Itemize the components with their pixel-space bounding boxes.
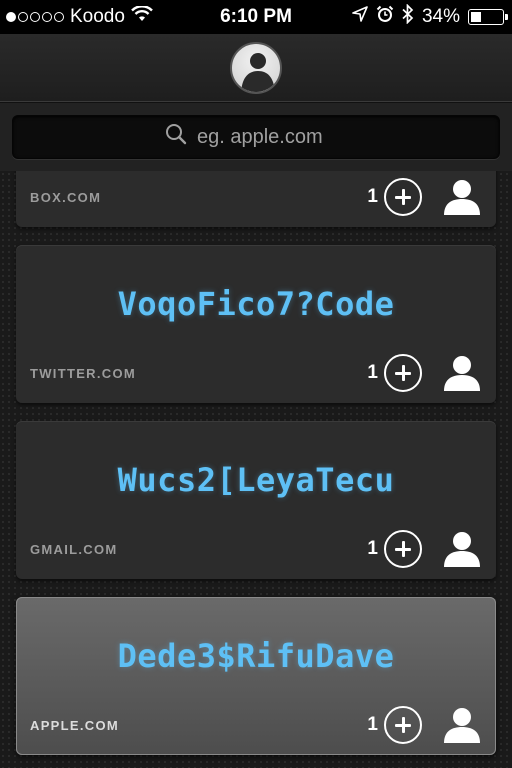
battery-level (471, 12, 482, 22)
search-input[interactable] (197, 125, 347, 149)
user-avatar[interactable] (230, 41, 282, 94)
list-item-selected[interactable]: Dede3$RifuDave APPLE.COM 1 (16, 597, 496, 755)
card-count: 1 (367, 714, 378, 735)
add-button[interactable] (384, 178, 422, 216)
card-domain: BOX.COM (30, 190, 102, 205)
user-icon[interactable] (442, 705, 482, 745)
card-count: 1 (367, 538, 378, 559)
add-button[interactable] (384, 706, 422, 744)
card-actions: 1 (364, 529, 482, 569)
card-domain: TWITTER.COM (30, 366, 137, 381)
card-count: 1 (367, 186, 378, 207)
alarm-icon (376, 5, 394, 29)
password-list[interactable]: BOX.COM 1 VoqoFico7?Code TWITTER.COM 1 W… (0, 171, 512, 768)
card-actions: 1 (364, 177, 482, 217)
status-left: Koodo (6, 5, 153, 28)
battery-icon (468, 9, 508, 25)
nav-header (0, 34, 512, 102)
location-icon (352, 6, 368, 28)
bluetooth-icon (402, 3, 414, 30)
card-domain: GMAIL.COM (30, 542, 118, 557)
status-right: 34% (352, 3, 508, 30)
status-bar: Koodo 6:10 PM 34% (0, 0, 512, 34)
add-button[interactable] (384, 354, 422, 392)
user-icon[interactable] (442, 177, 482, 217)
card-count: 1 (367, 362, 378, 383)
card-domain: APPLE.COM (30, 718, 119, 733)
user-silhouette-icon (241, 52, 275, 92)
signal-strength-icon (6, 12, 64, 22)
card-actions: 1 (364, 353, 482, 393)
card-password[interactable]: Dede3$RifuDave (16, 637, 496, 675)
list-item[interactable]: Wucs2[LeyaTecu GMAIL.COM 1 (16, 421, 496, 579)
card-password[interactable]: VoqoFico7?Code (16, 285, 496, 323)
wifi-icon (131, 5, 153, 28)
add-button[interactable] (384, 530, 422, 568)
search-icon (165, 123, 187, 151)
carrier-name: Koodo (70, 6, 125, 27)
search-field[interactable] (12, 115, 500, 159)
list-item[interactable]: BOX.COM 1 (16, 171, 496, 227)
search-bar (0, 103, 512, 171)
user-icon[interactable] (442, 529, 482, 569)
card-actions: 1 (364, 705, 482, 745)
battery-percent: 34% (421, 6, 460, 27)
user-icon[interactable] (442, 353, 482, 393)
card-password[interactable]: Wucs2[LeyaTecu (16, 461, 496, 499)
list-item[interactable]: VoqoFico7?Code TWITTER.COM 1 (16, 245, 496, 403)
